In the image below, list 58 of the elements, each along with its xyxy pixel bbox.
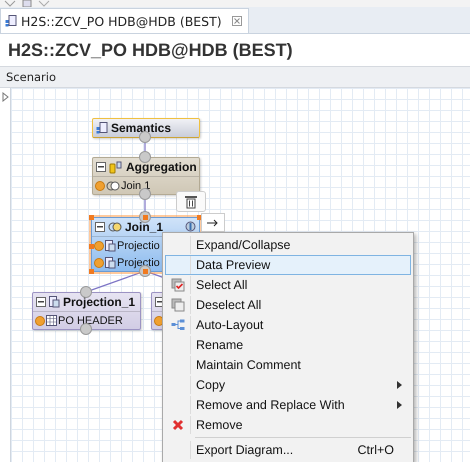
status-dot-icon xyxy=(94,258,104,268)
layout-icon xyxy=(171,319,185,331)
arrow-button[interactable] xyxy=(201,213,225,232)
node-row-label: PO HEADER xyxy=(58,314,123,326)
port-icon[interactable] xyxy=(80,323,92,335)
menu-item[interactable]: Remove xyxy=(165,415,411,435)
select-all-icon xyxy=(171,278,185,292)
delete-button[interactable] xyxy=(176,191,206,212)
status-dot-icon xyxy=(95,180,105,190)
trash-icon xyxy=(185,194,197,208)
join-icon xyxy=(108,222,122,232)
node-title: Join_1 xyxy=(125,220,164,234)
section-title: Scenario xyxy=(0,66,470,88)
menu-item[interactable]: Select All xyxy=(165,275,411,295)
selection-handle[interactable] xyxy=(89,244,94,248)
selection-handle[interactable] xyxy=(142,215,148,220)
projection-icon xyxy=(105,256,116,268)
selection-handle[interactable] xyxy=(89,215,94,220)
menu-item[interactable]: Auto-Layout xyxy=(165,315,411,335)
expand-palette-icon[interactable] xyxy=(2,92,8,102)
menu-item[interactable]: Deselect All xyxy=(165,295,411,315)
node-row-label: Projectio xyxy=(117,256,160,268)
aggregation-icon xyxy=(109,160,123,174)
semantics-node[interactable]: Semantics xyxy=(92,118,200,138)
selection-handle[interactable] xyxy=(142,269,148,274)
editor-tab[interactable]: H2S::ZCV_PO HDB@HDB (BEST) xyxy=(0,8,249,33)
node-title: Aggregation xyxy=(126,160,197,174)
projection-icon xyxy=(105,240,116,252)
projection-icon xyxy=(49,296,60,308)
status-dot-icon xyxy=(94,240,104,250)
deselect-all-icon xyxy=(171,298,185,312)
port-icon[interactable] xyxy=(139,131,151,143)
collapse-icon[interactable] xyxy=(95,222,105,232)
join-icon xyxy=(106,180,120,190)
menu-item[interactable]: Rename xyxy=(165,335,411,355)
menu-item[interactable]: Remove and Replace With xyxy=(165,395,411,415)
menu-item[interactable]: Export Diagram... Ctrl+O xyxy=(165,440,411,460)
collapse-icon[interactable] xyxy=(36,297,46,307)
selection-handle[interactable] xyxy=(89,269,94,274)
node-row-label: Projectio xyxy=(117,240,160,252)
arrow-right-icon xyxy=(207,218,219,226)
status-dot-icon xyxy=(35,316,45,326)
editor-heading: H2S::ZCV_PO HDB@HDB (BEST) xyxy=(7,38,294,62)
collapse-icon[interactable] xyxy=(96,162,106,172)
info-icon xyxy=(185,221,196,232)
semantics-icon xyxy=(96,122,108,134)
table-icon xyxy=(46,315,57,326)
remove-icon xyxy=(172,419,184,431)
diagram-icon xyxy=(5,15,17,27)
node-title: Projection_1 xyxy=(63,295,136,309)
menu-item[interactable]: Data Preview xyxy=(165,255,411,275)
port-icon[interactable] xyxy=(139,188,151,200)
projection-node[interactable]: Projection_1 PO HEADER xyxy=(32,292,141,330)
toolbar-back-icon[interactable] xyxy=(38,0,50,7)
close-icon[interactable] xyxy=(232,16,242,26)
menu-item[interactable]: Copy xyxy=(165,375,411,395)
menu-item[interactable]: Maintain Comment xyxy=(165,355,411,375)
node-title: Semantics xyxy=(111,121,172,135)
